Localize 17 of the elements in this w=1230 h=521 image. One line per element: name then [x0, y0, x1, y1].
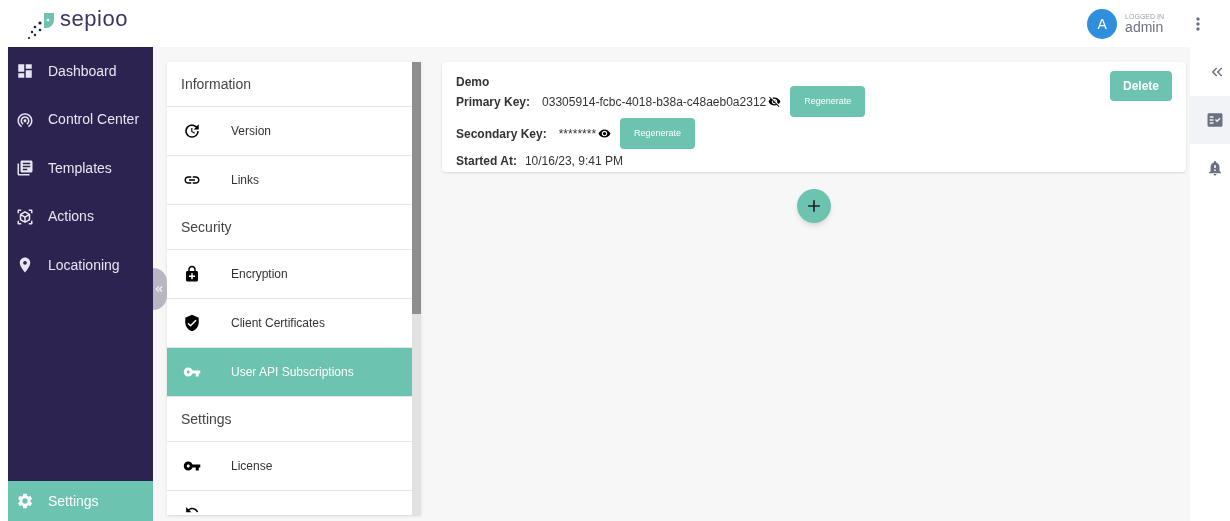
sidebar-item[interactable]: Dashboard — [8, 47, 153, 96]
menu-section-heading: Information — [181, 74, 252, 94]
sidebar-item[interactable]: Control Center — [8, 95, 153, 144]
key-label: Secondary Key: — [456, 125, 547, 143]
menu-section-heading: Settings — [181, 409, 232, 429]
key-value: 03305914-fcbc-4018-b38a-c48aeb0a2312 — [542, 93, 767, 111]
logo-text: sepioo — [60, 7, 129, 30]
sidebar-item[interactable]: Templates — [8, 144, 153, 193]
subscription-name: Demo — [456, 74, 490, 91]
started-label: Started At: — [456, 153, 517, 170]
key-label: Primary Key: — [456, 93, 531, 111]
menu-section-heading: Security — [181, 217, 232, 237]
sidebar-item[interactable]: Actions — [8, 192, 153, 241]
started-value: 10/16/23, 9:41 PM — [524, 153, 623, 170]
user-name: admin — [1125, 20, 1164, 34]
sidebar-item[interactable]: Locationing — [8, 241, 153, 290]
key-value: ******** — [558, 125, 597, 143]
